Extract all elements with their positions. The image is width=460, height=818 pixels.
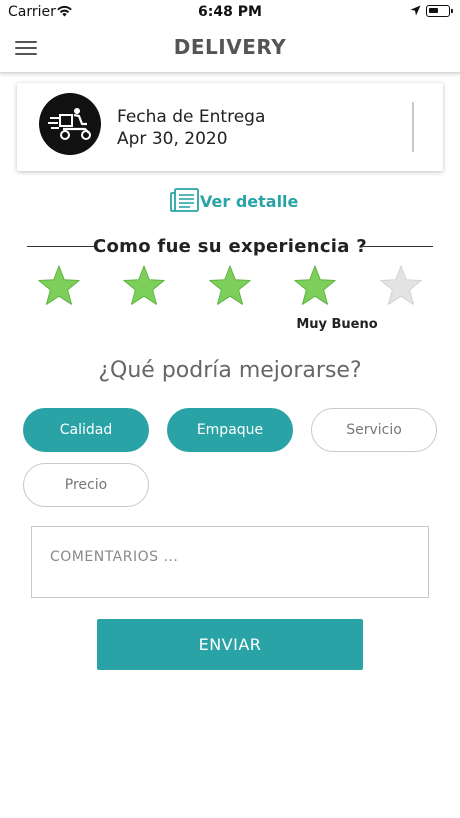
page-title: DELIVERY [173, 35, 287, 59]
comments-placeholder: COMENTARIOS ... [50, 549, 179, 565]
comments-field[interactable]: COMENTARIOS ... [31, 526, 429, 598]
nav-bar: DELIVERY [0, 24, 460, 73]
star-filled-icon[interactable] [37, 264, 81, 308]
delivery-scooter-icon [39, 93, 101, 155]
delivery-date-card: Fecha de Entrega Apr 30, 2020 [17, 83, 443, 171]
view-detail-label: Ver detalle [200, 192, 299, 211]
star-filled-icon[interactable] [122, 264, 166, 308]
status-bar: Carrier 6:48 PM [0, 0, 460, 24]
improve-title: ¿Qué podría mejorarse? [98, 358, 362, 383]
card-divider [412, 102, 414, 152]
star-filled-icon[interactable] [208, 264, 252, 308]
send-button[interactable]: ENVIAR [97, 619, 363, 670]
delivery-date-label: Fecha de Entrega [117, 107, 266, 127]
status-time: 6:48 PM [198, 4, 262, 20]
location-arrow-icon [410, 5, 421, 16]
option-chip-precio[interactable]: Precio [23, 463, 149, 507]
star-empty-icon[interactable] [379, 264, 423, 308]
option-chip-empaque[interactable]: Empaque [167, 408, 293, 452]
document-list-icon [170, 188, 199, 212]
option-chip-calidad[interactable]: Calidad [23, 408, 149, 452]
rating-label: Muy Bueno [296, 317, 378, 332]
delivery-date-value: Apr 30, 2020 [117, 129, 228, 149]
option-chip-servicio[interactable]: Servicio [311, 408, 437, 452]
battery-icon [426, 5, 453, 17]
divider-line-right [363, 246, 433, 247]
star-filled-icon[interactable] [293, 264, 337, 308]
